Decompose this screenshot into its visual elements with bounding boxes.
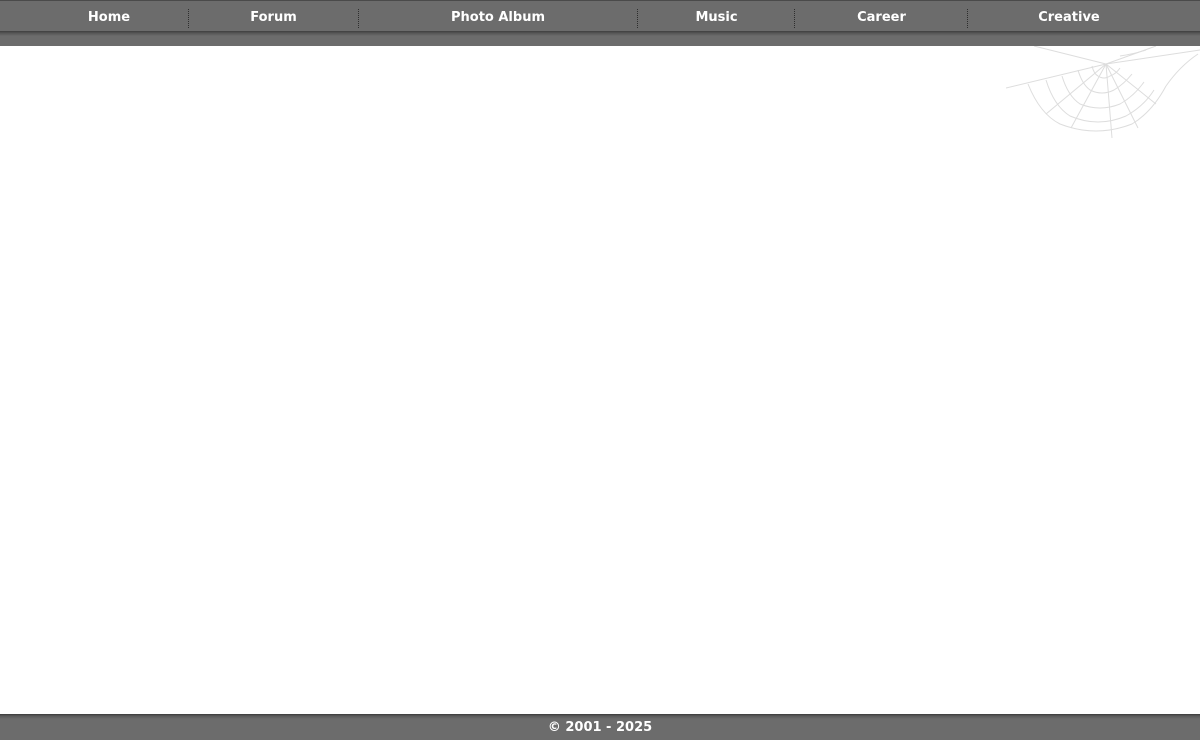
nav-item-photo-album[interactable]: Photo Album: [359, 1, 637, 32]
nav-item-career[interactable]: Career: [795, 1, 968, 32]
nav-item-music[interactable]: Music: [638, 1, 795, 32]
nav-item-forum[interactable]: Forum: [189, 1, 358, 32]
main-content: [0, 46, 1200, 714]
copyright-text: © 2001 - 2025: [547, 720, 653, 735]
page: Home Forum Photo Album Music Career Crea…: [0, 0, 1200, 740]
footer: © 2001 - 2025: [0, 714, 1200, 740]
nav-item-creative[interactable]: Creative: [968, 1, 1170, 32]
top-navigation: Home Forum Photo Album Music Career Crea…: [0, 0, 1200, 31]
nav-item-home[interactable]: Home: [0, 1, 218, 32]
nav-shadow-bar: [0, 31, 1200, 46]
spider-web-icon: [1006, 46, 1200, 139]
